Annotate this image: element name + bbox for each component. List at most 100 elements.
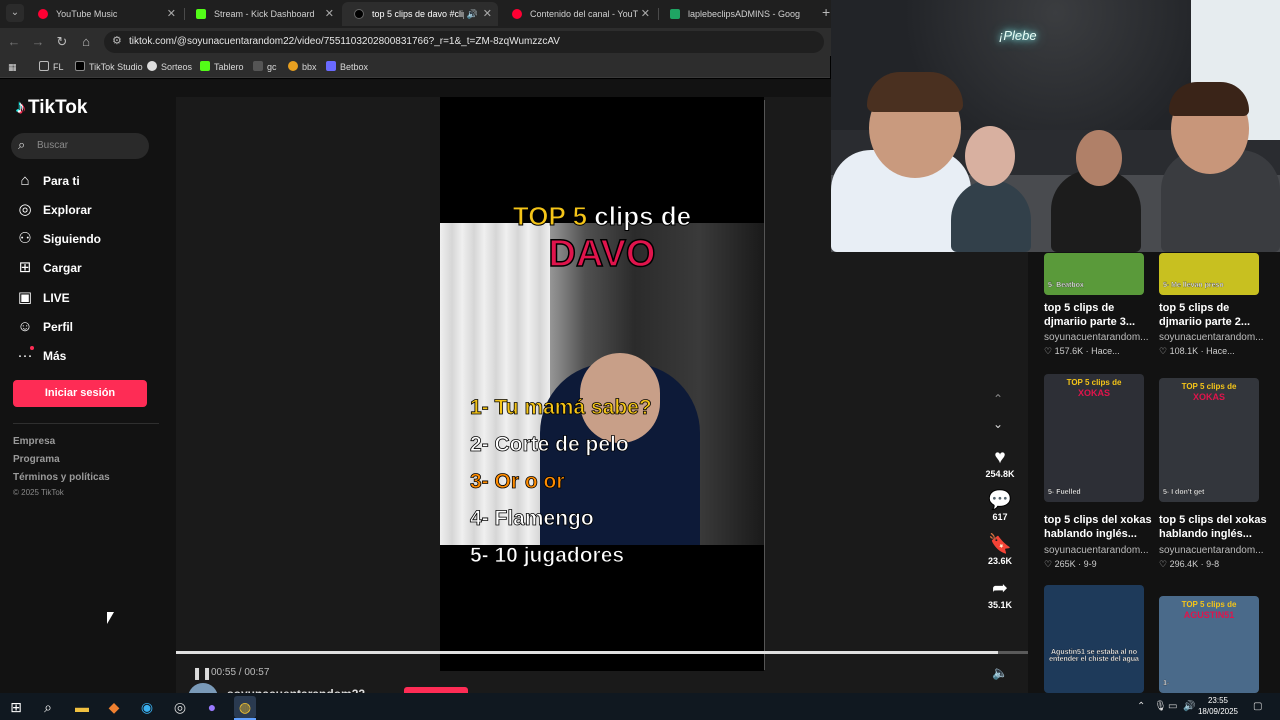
windows-start-icon[interactable]: ⊞ — [5, 696, 27, 718]
next-video-icon[interactable]: ⌄ — [993, 417, 1003, 431]
person-2-body — [951, 180, 1031, 252]
bookmark-bbx[interactable]: bbx — [288, 56, 317, 78]
suggestion-thumb[interactable]: Agustin51 se estaba al no entender el ch… — [1044, 585, 1144, 693]
thumb-label: 5- Me llevan preso — [1163, 282, 1224, 289]
chrome-icon[interactable]: ◍ — [234, 696, 256, 718]
tab-tiktok-active[interactable]: top 5 clips de davo #clips # 🔊 ✕ — [342, 2, 498, 26]
suggestion-author[interactable]: soyunacuentarandom... — [1159, 545, 1263, 556]
footer-link-programa[interactable]: Programa — [13, 454, 60, 465]
notifications-icon[interactable]: ▢ — [1253, 693, 1262, 720]
suggestion-author[interactable]: soyunacuentarandom... — [1044, 332, 1148, 343]
obs-icon[interactable]: ◎ — [169, 696, 191, 718]
search-placeholder: Buscar — [37, 140, 69, 151]
nav-siguiendo[interactable]: ⚇ Siguiendo — [16, 228, 156, 250]
nav-cargar[interactable]: ⊞ Cargar — [16, 257, 156, 279]
tab-kick-dashboard[interactable]: Stream - Kick Dashboard ✕ — [184, 2, 340, 26]
suggestion-title[interactable]: top 5 clips de djmariio parte 3... — [1044, 301, 1156, 329]
share-icon: ➦ — [992, 578, 1008, 599]
bookmark-label: TikTok Studio — [89, 62, 143, 72]
new-tab-button[interactable]: + — [822, 4, 830, 20]
suggestion-author[interactable]: soyunacuentarandom... — [1159, 332, 1263, 343]
close-icon[interactable]: ✕ — [641, 2, 650, 26]
clock-date: 18/09/2025 — [1197, 707, 1239, 716]
app-icon[interactable]: ◆ — [103, 696, 125, 718]
file-explorer-icon[interactable]: ▬ — [71, 696, 93, 718]
network-icon[interactable]: ▭ — [1168, 693, 1177, 720]
views: 296.4K — [1169, 559, 1199, 569]
microphone-icon[interactable]: 🎙 — [1154, 693, 1167, 720]
address-bar[interactable]: ⚙ tiktok.com/@soyunacuentarandom22/video… — [104, 31, 824, 53]
tab-search-button[interactable]: ⌄ — [6, 4, 24, 22]
nav-label: Siguiendo — [43, 232, 101, 246]
heart-icon: ♡ — [1159, 346, 1170, 356]
suggestion-thumb[interactable]: 5- Beatbox — [1044, 253, 1144, 295]
forward-icon[interactable]: → — [29, 33, 47, 51]
bookmark-tablero[interactable]: Tablero — [200, 56, 244, 78]
suggestion-title[interactable]: top 5 clips del xokas hablando inglés... — [1159, 513, 1271, 541]
bookmark-sorteos[interactable]: Sorteos — [147, 56, 192, 78]
login-button[interactable]: Iniciar sesión — [13, 380, 147, 407]
nav-live[interactable]: ▣ LIVE — [16, 287, 156, 309]
pause-icon[interactable]: ❚❚ — [192, 666, 212, 680]
progress-bar[interactable] — [176, 651, 1028, 654]
suggestion-title[interactable]: top 5 clips del xokas hablando inglés... — [1044, 513, 1156, 541]
tab-youtube-studio[interactable]: Contenido del canal - YouTube ✕ — [500, 2, 656, 26]
video-frame[interactable]: TOP 5 clips de DAVO 1- Tu mamá sabe? 2- … — [440, 97, 764, 671]
taskbar-clock[interactable]: 23:55 18/09/2025 — [1196, 695, 1240, 717]
home-icon[interactable]: ⌂ — [77, 33, 95, 51]
thumb-label: Agustin51 se estaba al no entender el ch… — [1049, 649, 1139, 663]
nav-perfil[interactable]: ☺ Perfil — [16, 316, 156, 338]
tray-chevron-icon[interactable]: ⌃ — [1137, 693, 1145, 720]
volume-icon[interactable]: 🔊 — [1183, 693, 1195, 720]
url-text: tiktok.com/@soyunacuentarandom22/video/7… — [129, 36, 560, 47]
comment-button[interactable]: 💬 617 — [978, 490, 1022, 522]
search-input[interactable]: ⌕ Buscar — [11, 133, 149, 159]
live-icon: ▣ — [17, 289, 33, 306]
tiktok-logo[interactable]: ♪ TikTok — [16, 97, 87, 119]
search-icon[interactable]: ⌕ — [37, 696, 59, 718]
close-icon[interactable]: ✕ — [167, 2, 176, 26]
like-button[interactable]: ♥ 254.8K — [978, 447, 1022, 479]
thumb-label: 5- I don't get — [1163, 489, 1205, 496]
share-button[interactable]: ➦ 35.1K — [978, 578, 1022, 610]
suggestion-thumb[interactable]: 5- Me llevan preso — [1159, 253, 1259, 295]
nav-mas[interactable]: ··· Más — [16, 345, 156, 367]
volume-icon[interactable]: 🔈 — [992, 665, 1008, 681]
logo-text: TikTok — [28, 97, 88, 118]
site-info-icon[interactable]: ⚙ — [112, 34, 122, 47]
suggestion-author[interactable]: soyunacuentarandom... — [1044, 545, 1148, 556]
bookmark-gc[interactable]: gc — [253, 56, 277, 78]
nav-label: Explorar — [43, 203, 92, 217]
edge-icon[interactable]: ◉ — [136, 696, 158, 718]
tab-title: top 5 clips de davo #clips # — [372, 9, 464, 19]
tab-google-drive[interactable]: laplebeclipsADMINS - Google D — [658, 2, 820, 26]
nav-label: Para ti — [43, 174, 80, 188]
apps-grid-icon[interactable]: ▦ — [8, 56, 17, 78]
tab-title: YouTube Music — [56, 9, 118, 19]
save-button[interactable]: 🔖 23.6K — [978, 534, 1022, 566]
discord-icon[interactable]: ● — [201, 696, 223, 718]
speaker-icon[interactable]: 🔊 — [467, 2, 478, 26]
footer-link-terminos[interactable]: Términos y políticas — [13, 472, 110, 483]
footer-link-empresa[interactable]: Empresa — [13, 436, 55, 447]
heart-icon: ♡ — [1159, 559, 1170, 569]
tiktok-icon — [75, 61, 85, 71]
suggestion-title[interactable]: top 5 clips de djmariio parte 2... — [1159, 301, 1271, 329]
suggestion-thumb[interactable]: TOP 5 clips de XOKAS 5- I don't get — [1159, 378, 1259, 502]
close-icon[interactable]: ✕ — [325, 2, 334, 26]
bookmark-label: FL — [53, 62, 64, 72]
suggestion-thumb[interactable]: TOP 5 clips de AGUSTIN51 1- — [1159, 596, 1259, 693]
back-icon[interactable]: ← — [5, 33, 23, 51]
nav-para-ti[interactable]: ⌂ Para ti — [16, 170, 156, 192]
suggestion-thumb[interactable]: TOP 5 clips de XOKAS 5- Fuelled — [1044, 374, 1144, 502]
bookmark-fl[interactable]: FL — [39, 56, 64, 78]
nav-explorar[interactable]: ◎ Explorar — [16, 199, 156, 221]
close-icon[interactable]: ✕ — [483, 2, 492, 26]
youtube-icon — [512, 9, 522, 19]
previous-video-icon[interactable]: ⌃ — [993, 392, 1003, 406]
tab-youtube-music[interactable]: YouTube Music ✕ — [26, 2, 182, 26]
kick-icon — [196, 9, 206, 19]
bookmark-tiktok-studio[interactable]: TikTok Studio — [75, 56, 143, 78]
bookmark-betbox[interactable]: Betbox — [326, 56, 368, 78]
reload-icon[interactable]: ↻ — [53, 33, 71, 51]
